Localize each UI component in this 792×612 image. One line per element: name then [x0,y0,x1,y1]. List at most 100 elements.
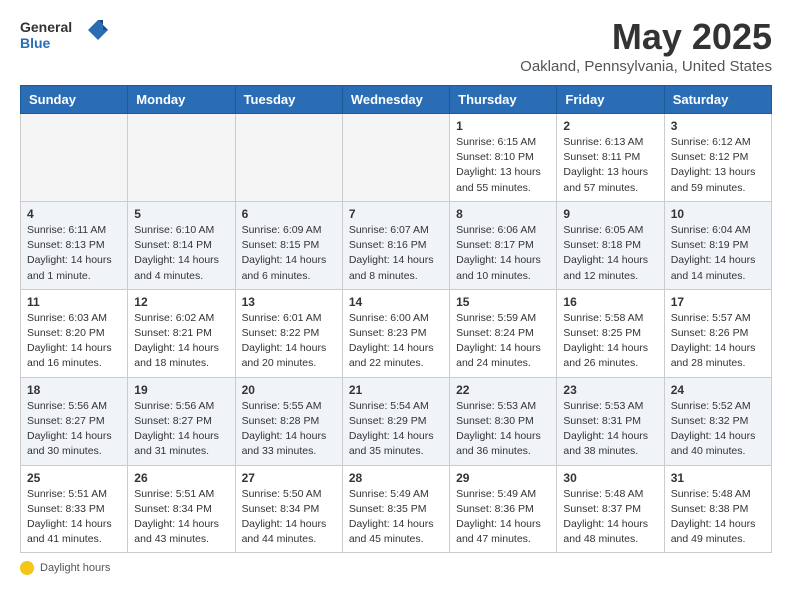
calendar-cell: 26Sunrise: 5:51 AMSunset: 8:34 PMDayligh… [128,465,235,553]
calendar-cell: 19 Sunrise: 5:56 AMSunset: 8:27 PMDayligh… [128,377,235,465]
calendar-cell: 12 Sunrise: 6:02 AMSunset: 8:21 PMDayligh… [128,289,235,377]
day-number: 7 [349,207,443,221]
day-info: Sunrise: 5:49 AMSunset: 8:35 PMDaylight:… [349,487,443,548]
header: General Blue May 2025 Oakland, Pennsylva… [20,16,772,75]
calendar-week-row: 25Sunrise: 5:51 AMSunset: 8:33 PMDayligh… [21,465,772,553]
calendar-day-header: Thursday [450,86,557,114]
sun-icon [20,561,34,575]
day-number: 26 [134,471,228,485]
day-info: Sunrise: 5:49 AMSunset: 8:36 PMDaylight:… [456,487,550,548]
day-number: 5 [134,207,228,221]
calendar-cell: 11Sunrise: 6:03 AMSunset: 8:20 PMDayligh… [21,289,128,377]
day-number: 6 [242,207,336,221]
day-number: 21 [349,383,443,397]
day-info: Sunrise: 6:06 AMSunset: 8:17 PMDaylight:… [456,223,550,284]
calendar-cell: 10 Sunrise: 6:04 AMSunset: 8:19 PMDayligh… [664,201,771,289]
logo-svg: General Blue [20,16,110,56]
day-info: Sunrise: 5:59 AMSunset: 8:24 PMDaylight:… [456,311,550,372]
day-number: 29 [456,471,550,485]
calendar-cell: 16 Sunrise: 5:58 AMSunset: 8:25 PMDayligh… [557,289,664,377]
day-info: Sunrise: 5:58 AMSunset: 8:25 PMDaylight:… [563,311,657,372]
calendar-cell [21,114,128,202]
calendar-header-row: SundayMondayTuesdayWednesdayThursdayFrid… [21,86,772,114]
day-number: 13 [242,295,336,309]
day-info: Sunrise: 5:56 AMSunset: 8:27 PMDaylight:… [27,399,121,460]
day-number: 16 [563,295,657,309]
day-info: Sunrise: 5:54 AMSunset: 8:29 PMDaylight:… [349,399,443,460]
day-info: Sunrise: 6:12 AMSunset: 8:12 PMDaylight:… [671,135,765,196]
calendar-week-row: 1Sunrise: 6:15 AMSunset: 8:10 PMDaylight… [21,114,772,202]
day-number: 19 [134,383,228,397]
day-info: Sunrise: 5:53 AMSunset: 8:31 PMDaylight:… [563,399,657,460]
calendar-cell: 20 Sunrise: 5:55 AMSunset: 8:28 PMDayligh… [235,377,342,465]
day-number: 15 [456,295,550,309]
calendar-cell: 8Sunrise: 6:06 AMSunset: 8:17 PMDaylight… [450,201,557,289]
calendar-cell: 21 Sunrise: 5:54 AMSunset: 8:29 PMDayligh… [342,377,449,465]
day-info: Sunrise: 6:09 AMSunset: 8:15 PMDaylight:… [242,223,336,284]
day-info: Sunrise: 6:11 AMSunset: 8:13 PMDaylight:… [27,223,121,284]
calendar-cell: 31Sunrise: 5:48 AMSunset: 8:38 PMDayligh… [664,465,771,553]
day-number: 20 [242,383,336,397]
calendar-cell: 17 Sunrise: 5:57 AMSunset: 8:26 PMDayligh… [664,289,771,377]
daylight-hours-label: Daylight hours [40,562,110,574]
calendar-cell: 5 Sunrise: 6:10 AMSunset: 8:14 PMDaylight… [128,201,235,289]
calendar-week-row: 11Sunrise: 6:03 AMSunset: 8:20 PMDayligh… [21,289,772,377]
day-info: Sunrise: 6:00 AMSunset: 8:23 PMDaylight:… [349,311,443,372]
calendar-cell: 29 Sunrise: 5:49 AMSunset: 8:36 PMDayligh… [450,465,557,553]
day-number: 27 [242,471,336,485]
calendar-cell [128,114,235,202]
day-info: Sunrise: 5:57 AMSunset: 8:26 PMDaylight:… [671,311,765,372]
day-info: Sunrise: 5:53 AMSunset: 8:30 PMDaylight:… [456,399,550,460]
day-number: 10 [671,207,765,221]
calendar-day-header: Sunday [21,86,128,114]
day-info: Sunrise: 6:02 AMSunset: 8:21 PMDaylight:… [134,311,228,372]
calendar-week-row: 4 Sunrise: 6:11 AMSunset: 8:13 PMDaylight… [21,201,772,289]
calendar-cell: 4 Sunrise: 6:11 AMSunset: 8:13 PMDaylight… [21,201,128,289]
day-number: 24 [671,383,765,397]
day-number: 12 [134,295,228,309]
calendar-cell: 23 Sunrise: 5:53 AMSunset: 8:31 PMDayligh… [557,377,664,465]
calendar-cell: 27 Sunrise: 5:50 AMSunset: 8:34 PMDayligh… [235,465,342,553]
logo: General Blue [20,16,110,56]
day-info: Sunrise: 6:07 AMSunset: 8:16 PMDaylight:… [349,223,443,284]
day-info: Sunrise: 5:50 AMSunset: 8:34 PMDaylight:… [242,487,336,548]
calendar-cell: 15 Sunrise: 5:59 AMSunset: 8:24 PMDayligh… [450,289,557,377]
calendar-cell: 13Sunrise: 6:01 AMSunset: 8:22 PMDayligh… [235,289,342,377]
day-number: 3 [671,119,765,133]
day-info: Sunrise: 5:56 AMSunset: 8:27 PMDaylight:… [134,399,228,460]
day-info: Sunrise: 5:55 AMSunset: 8:28 PMDaylight:… [242,399,336,460]
calendar-day-header: Tuesday [235,86,342,114]
calendar-day-header: Wednesday [342,86,449,114]
calendar-cell: 1Sunrise: 6:15 AMSunset: 8:10 PMDaylight… [450,114,557,202]
calendar-day-header: Monday [128,86,235,114]
title-area: May 2025 Oakland, Pennsylvania, United S… [520,16,772,75]
day-info: Sunrise: 5:51 AMSunset: 8:33 PMDaylight:… [27,487,121,548]
day-info: Sunrise: 6:13 AMSunset: 8:11 PMDaylight:… [563,135,657,196]
day-number: 28 [349,471,443,485]
day-number: 14 [349,295,443,309]
day-number: 30 [563,471,657,485]
calendar-cell: 3 Sunrise: 6:12 AMSunset: 8:12 PMDaylight… [664,114,771,202]
day-number: 4 [27,207,121,221]
calendar-cell: 6 Sunrise: 6:09 AMSunset: 8:15 PMDaylight… [235,201,342,289]
calendar-cell: 28 Sunrise: 5:49 AMSunset: 8:35 PMDayligh… [342,465,449,553]
calendar-day-header: Saturday [664,86,771,114]
svg-text:Blue: Blue [20,35,51,51]
day-info: Sunrise: 5:52 AMSunset: 8:32 PMDaylight:… [671,399,765,460]
calendar-cell [342,114,449,202]
calendar-cell: 14 Sunrise: 6:00 AMSunset: 8:23 PMDayligh… [342,289,449,377]
calendar-cell: 7 Sunrise: 6:07 AMSunset: 8:16 PMDaylight… [342,201,449,289]
day-number: 2 [563,119,657,133]
calendar-cell: 9Sunrise: 6:05 AMSunset: 8:18 PMDaylight… [557,201,664,289]
calendar-cell [235,114,342,202]
day-info: Sunrise: 6:04 AMSunset: 8:19 PMDaylight:… [671,223,765,284]
footer-note: Daylight hours [20,561,772,575]
day-info: Sunrise: 6:10 AMSunset: 8:14 PMDaylight:… [134,223,228,284]
day-number: 23 [563,383,657,397]
day-number: 1 [456,119,550,133]
calendar-table: SundayMondayTuesdayWednesdayThursdayFrid… [20,85,772,553]
location-subtitle: Oakland, Pennsylvania, United States [520,58,772,75]
day-number: 18 [27,383,121,397]
day-number: 31 [671,471,765,485]
day-number: 17 [671,295,765,309]
